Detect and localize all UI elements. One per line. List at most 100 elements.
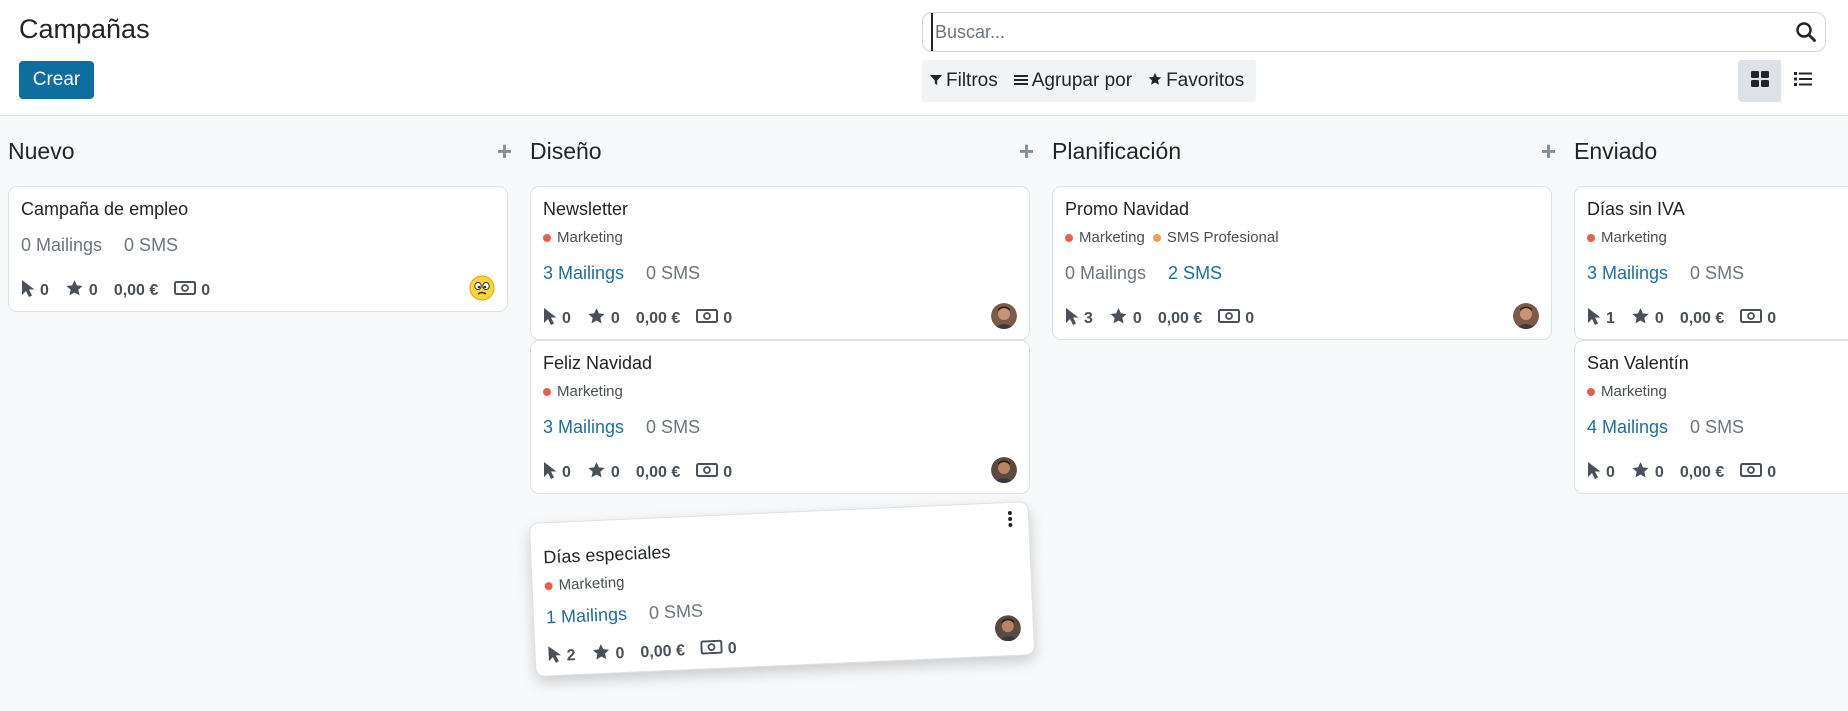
tag-marketing: Marketing bbox=[543, 229, 623, 246]
filters-label: Filtros bbox=[946, 70, 998, 91]
filters-toggle[interactable]: Filtros bbox=[930, 70, 998, 92]
sms-count[interactable]: 0 SMS bbox=[1690, 263, 1744, 284]
clicks: 0 bbox=[543, 461, 571, 484]
plus-icon[interactable]: + bbox=[1019, 138, 1034, 164]
mailings-count[interactable]: 1 Mailings bbox=[546, 604, 628, 629]
plus-icon[interactable]: + bbox=[497, 138, 512, 164]
kanban-card[interactable]: Campaña de empleo 0 Mailings 0 SMS 0 0 0… bbox=[8, 186, 508, 312]
card-title: Feliz Navidad bbox=[543, 353, 653, 373]
user-avatar bbox=[994, 615, 1021, 642]
sms-count[interactable]: 2 SMS bbox=[1168, 263, 1222, 284]
tag-marketing: Marketing bbox=[543, 383, 623, 400]
bars-icon bbox=[1013, 70, 1032, 92]
revenue: 0,00 € bbox=[1679, 309, 1725, 327]
card-footer: 1 0 0,00 € 0 bbox=[1587, 307, 1792, 330]
control-panel: Campañas Crear Filtros Agrupar por Favor… bbox=[0, 0, 1848, 116]
list-icon bbox=[1793, 71, 1812, 92]
mailings-count[interactable]: 3 Mailings bbox=[1587, 263, 1668, 284]
search-box[interactable] bbox=[922, 12, 1826, 52]
mailings-count[interactable]: 4 Mailings bbox=[1587, 417, 1668, 438]
cost: 0 bbox=[696, 309, 732, 328]
column-header-planificacion: Planificación + bbox=[1052, 136, 1556, 166]
sms-count[interactable]: 0 SMS bbox=[646, 263, 700, 284]
column-title: Enviado bbox=[1574, 137, 1658, 164]
kanban-card[interactable]: San Valentín Marketing 4 Mailings 0 SMS … bbox=[1574, 340, 1848, 494]
mailings-count[interactable]: 0 Mailings bbox=[1065, 263, 1146, 284]
card-tags: Marketing SMS Profesional bbox=[1065, 229, 1287, 246]
favorites-label: Favoritos bbox=[1166, 70, 1245, 91]
search-panel-toggles: Filtros Agrupar por Favoritos bbox=[922, 60, 1257, 102]
card-title: San Valentín bbox=[1587, 353, 1689, 373]
mailings-count[interactable]: 0 Mailings bbox=[21, 235, 102, 256]
sms-count[interactable]: 0 SMS bbox=[649, 600, 704, 623]
revenue: 0,00 € bbox=[1679, 463, 1725, 481]
card-title: Días especiales bbox=[542, 541, 671, 568]
clicks: 0 bbox=[1587, 461, 1615, 484]
view-switcher bbox=[1738, 60, 1824, 102]
cost: 0 bbox=[1218, 309, 1254, 328]
clicks: 0 bbox=[543, 307, 571, 330]
group-by-toggle[interactable]: Agrupar por bbox=[1013, 70, 1133, 92]
column-header-nuevo: Nuevo + bbox=[8, 136, 512, 166]
cost: 0 bbox=[174, 281, 210, 300]
tag-marketing: Marketing bbox=[1587, 229, 1667, 246]
column-title: Planificación bbox=[1052, 137, 1182, 164]
money-icon bbox=[696, 463, 723, 482]
sms-count[interactable]: 0 SMS bbox=[1690, 417, 1744, 438]
sms-count[interactable]: 0 SMS bbox=[124, 235, 178, 256]
star-icon bbox=[587, 461, 611, 484]
mailings-count[interactable]: 3 Mailings bbox=[543, 263, 624, 284]
card-footer: 0 0 0,00 € 0 bbox=[543, 307, 748, 330]
kanban-card[interactable]: Feliz Navidad Marketing 3 Mailings 0 SMS… bbox=[530, 340, 1030, 494]
kanban-card[interactable]: Promo Navidad Marketing SMS Profesional … bbox=[1052, 186, 1552, 340]
revenue: 0,00 € bbox=[640, 641, 686, 661]
card-tags: Marketing bbox=[1587, 383, 1675, 400]
star-icon bbox=[1631, 461, 1655, 484]
stars: 0 bbox=[587, 307, 620, 330]
card-stats: 1 Mailings 0 SMS bbox=[546, 600, 726, 629]
tag-marketing: Marketing bbox=[1587, 383, 1667, 400]
card-title: Campaña de empleo bbox=[21, 199, 189, 219]
kanban-card[interactable]: Newsletter Marketing 3 Mailings 0 SMS 0 … bbox=[530, 186, 1030, 340]
list-view-button[interactable] bbox=[1781, 60, 1824, 102]
kanban-card[interactable]: Días sin IVA Marketing 3 Mailings 0 SMS … bbox=[1574, 186, 1848, 340]
user-avatar bbox=[991, 303, 1017, 329]
revenue: 0,00 € bbox=[1157, 309, 1203, 327]
grid-icon bbox=[1750, 70, 1769, 92]
user-avatar bbox=[991, 457, 1017, 483]
money-icon bbox=[700, 639, 728, 659]
clicks: 0 bbox=[21, 279, 49, 302]
card-stats: 3 Mailings 0 SMS bbox=[543, 263, 722, 284]
card-menu-button[interactable] bbox=[1004, 509, 1017, 530]
mailings-count[interactable]: 3 Mailings bbox=[543, 417, 624, 438]
search-input[interactable] bbox=[931, 13, 1791, 51]
card-tags: Marketing bbox=[1587, 229, 1675, 246]
card-title: Promo Navidad bbox=[1065, 199, 1190, 219]
card-tags: Marketing bbox=[543, 229, 631, 246]
kanban-card-dragging[interactable]: Días especiales Marketing 1 Mailings 0 S… bbox=[528, 501, 1036, 677]
page-title: Campañas bbox=[19, 14, 150, 44]
card-footer: 0 0 0,00 € 0 bbox=[21, 279, 226, 302]
clicks: 2 bbox=[547, 644, 576, 668]
create-button[interactable]: Crear bbox=[19, 61, 94, 99]
column-title: Diseño bbox=[530, 137, 602, 164]
card-title: Newsletter bbox=[543, 199, 629, 219]
kanban-view-button[interactable] bbox=[1738, 60, 1781, 102]
sms-count[interactable]: 0 SMS bbox=[646, 417, 700, 438]
card-stats: 3 Mailings 0 SMS bbox=[543, 417, 722, 438]
card-stats: 3 Mailings 0 SMS bbox=[1587, 263, 1766, 284]
card-footer: 0 0 0,00 € 0 bbox=[543, 461, 748, 484]
pointer-icon bbox=[543, 307, 562, 330]
plus-icon[interactable]: + bbox=[1541, 138, 1556, 164]
revenue: 0,00 € bbox=[113, 281, 159, 299]
card-stats: 0 Mailings 0 SMS bbox=[21, 235, 200, 256]
group-by-label: Agrupar por bbox=[1031, 70, 1133, 91]
money-icon bbox=[1740, 463, 1767, 482]
tag-marketing: Marketing bbox=[544, 574, 625, 594]
clicks: 1 bbox=[1587, 307, 1615, 330]
search-icon[interactable] bbox=[1795, 21, 1817, 43]
favorites-toggle[interactable]: Favoritos bbox=[1148, 70, 1244, 92]
column-title: Nuevo bbox=[8, 137, 75, 164]
card-stats: 0 Mailings 2 SMS bbox=[1065, 263, 1244, 284]
pointer-icon bbox=[547, 644, 567, 668]
